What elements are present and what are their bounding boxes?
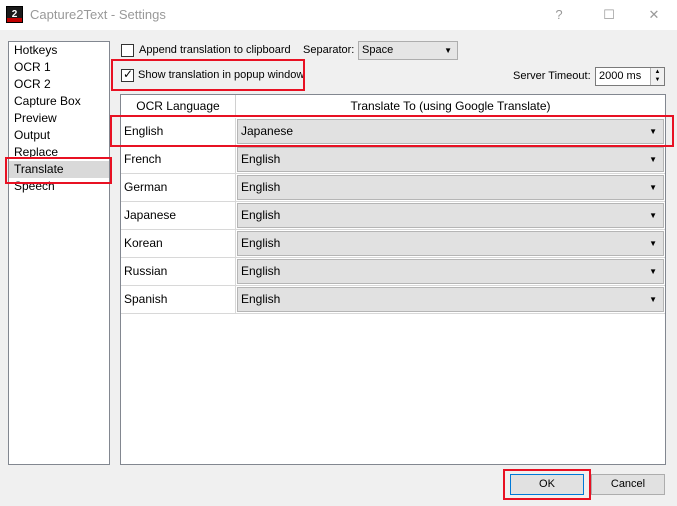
ocr-language-cell: English [121, 118, 236, 145]
separator-label: Separator: [303, 44, 355, 56]
ocr-language-cell: Korean [121, 230, 236, 257]
chevron-down-icon: ▼ [649, 211, 657, 220]
translate-to-select[interactable]: English ▼ [237, 147, 664, 172]
help-icon[interactable]: ? [536, 0, 582, 30]
translate-to-select[interactable]: Japanese ▼ [237, 119, 664, 144]
table-row: German English ▼ [121, 174, 665, 202]
sidebar-item-hotkeys[interactable]: Hotkeys [9, 42, 109, 59]
append-translation-checkbox[interactable] [121, 44, 134, 57]
translate-to-select[interactable]: English ▼ [237, 175, 664, 200]
maximize-icon[interactable]: ☐ [586, 0, 632, 30]
cancel-button[interactable]: Cancel [591, 474, 665, 495]
translate-to-select[interactable]: English ▼ [237, 231, 664, 256]
app-icon-stripe [7, 18, 22, 22]
chevron-down-icon: ▼ [649, 183, 657, 192]
translate-to-value: English [241, 264, 281, 278]
sidebar-item-ocr-1[interactable]: OCR 1 [9, 59, 109, 76]
spin-up-icon[interactable]: ▲ [651, 68, 664, 76]
sidebar-item-preview[interactable]: Preview [9, 110, 109, 127]
server-timeout-spinbox[interactable]: 2000 ms ▲ ▼ [595, 67, 665, 86]
title-bar: 2 Capture2Text - Settings ? ☐ ✕ [0, 0, 677, 30]
chevron-down-icon: ▼ [649, 267, 657, 276]
ocr-language-cell: French [121, 146, 236, 173]
show-popup-label: Show translation in popup window [138, 69, 305, 81]
sidebar-item-translate[interactable]: Translate [9, 161, 109, 178]
ok-button[interactable]: OK [510, 474, 584, 495]
close-icon[interactable]: ✕ [631, 0, 677, 30]
chevron-down-icon: ▼ [649, 127, 657, 136]
table-row: Japanese English ▼ [121, 202, 665, 230]
translate-to-select[interactable]: English ▼ [237, 203, 664, 228]
ocr-language-cell: German [121, 174, 236, 201]
category-list[interactable]: Hotkeys OCR 1 OCR 2 Capture Box Preview … [8, 41, 110, 465]
spin-down-icon[interactable]: ▼ [651, 76, 664, 84]
chevron-down-icon: ▼ [649, 295, 657, 304]
translate-to-value: English [241, 236, 281, 250]
sidebar-item-capture-box[interactable]: Capture Box [9, 93, 109, 110]
translate-to-value: English [241, 292, 281, 306]
table-row: French English ▼ [121, 146, 665, 174]
separator-value: Space [362, 44, 394, 56]
app-icon: 2 [6, 6, 23, 23]
translate-to-value: English [241, 180, 281, 194]
sidebar-item-ocr-2[interactable]: OCR 2 [9, 76, 109, 93]
show-popup-checkbox[interactable]: ✓ [121, 67, 134, 82]
translate-to-value: English [241, 208, 281, 222]
translation-table: OCR Language Translate To (using Google … [120, 94, 666, 465]
translate-to-select[interactable]: English ▼ [237, 259, 664, 284]
checkmark-icon: ✓ [123, 67, 134, 81]
window-title: Capture2Text - Settings [30, 7, 166, 22]
translate-to-value: English [241, 152, 281, 166]
translate-to-select[interactable]: English ▼ [237, 287, 664, 312]
sidebar-item-speech[interactable]: Speech [9, 178, 109, 195]
append-translation-label: Append translation to clipboard [139, 44, 291, 56]
ocr-language-cell: Japanese [121, 202, 236, 229]
ocr-language-cell: Russian [121, 258, 236, 285]
server-timeout-label: Server Timeout: [513, 70, 591, 82]
server-timeout-value: 2000 ms [599, 70, 642, 82]
table-row: Spanish English ▼ [121, 286, 665, 314]
sidebar-item-replace[interactable]: Replace [9, 144, 109, 161]
table-row: Korean English ▼ [121, 230, 665, 258]
ocr-language-cell: Spanish [121, 286, 236, 313]
spin-buttons: ▲ ▼ [650, 68, 664, 85]
sidebar-item-output[interactable]: Output [9, 127, 109, 144]
table-header: OCR Language Translate To (using Google … [121, 95, 665, 117]
translate-to-value: Japanese [241, 124, 294, 138]
chevron-down-icon: ▼ [649, 239, 657, 248]
chevron-down-icon: ▼ [444, 46, 452, 55]
table-row: English Japanese ▼ [121, 118, 665, 146]
column-header-ocr-language: OCR Language [121, 95, 236, 117]
chevron-down-icon: ▼ [649, 155, 657, 164]
separator-select[interactable]: Space ▼ [358, 41, 458, 60]
column-header-translate-to: Translate To (using Google Translate) [350, 99, 551, 113]
table-row: Russian English ▼ [121, 258, 665, 286]
